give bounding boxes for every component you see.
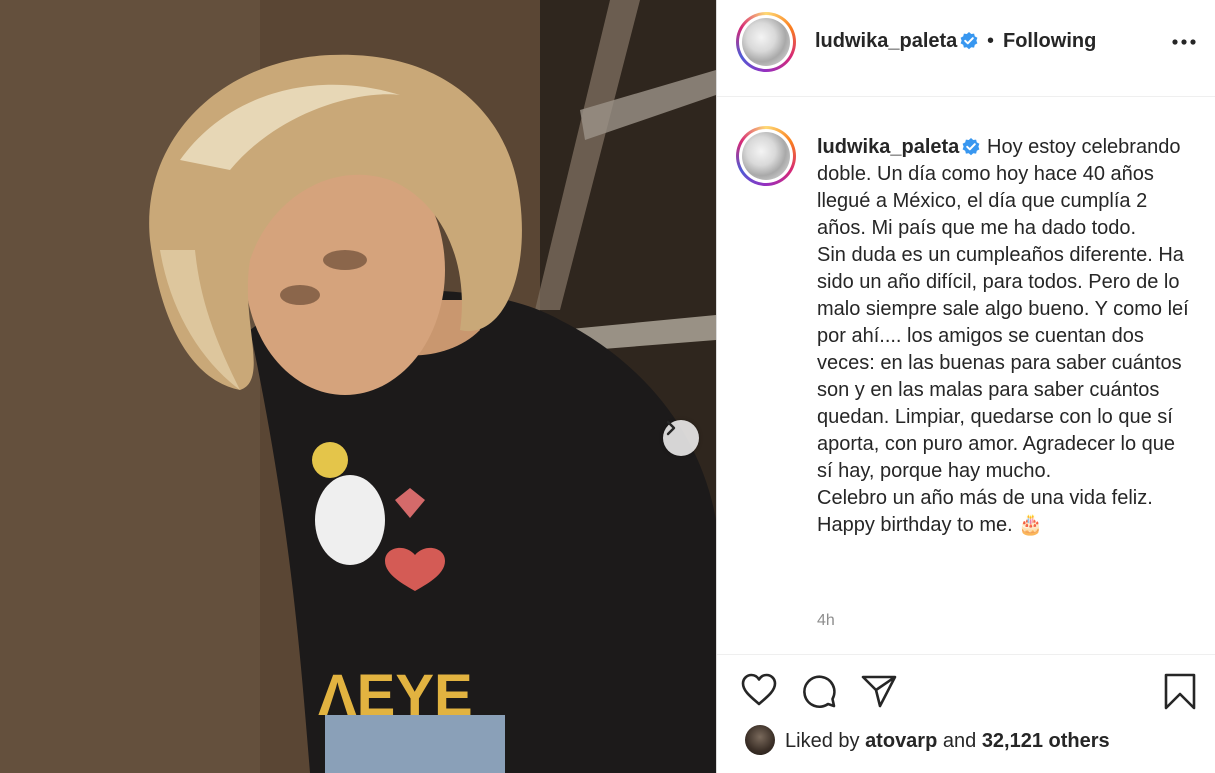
author-avatar[interactable] <box>736 12 796 72</box>
caption-body: Hoy estoy celebrando doble. Un día como … <box>817 136 1189 536</box>
chevron-right-icon <box>666 420 676 436</box>
post-actions: Liked by atovarp and 32,121 others <box>717 654 1215 773</box>
likes-text: Liked by atovarp and 32,121 others <box>785 730 1110 753</box>
post-details-panel: ludwika_paleta • Following ludwika_palet… <box>717 0 1215 773</box>
liker-avatar[interactable] <box>745 725 775 755</box>
liker-username[interactable]: atovarp <box>865 730 937 752</box>
likes-others-link[interactable]: 32,121 others <box>982 730 1110 752</box>
bookmark-icon[interactable] <box>1163 673 1197 711</box>
next-photo-button[interactable] <box>663 420 699 456</box>
post-timestamp[interactable]: 4h <box>817 612 835 630</box>
paper-plane-icon[interactable] <box>861 673 897 709</box>
post-header: ludwika_paleta • Following <box>717 0 1215 97</box>
comment-icon[interactable] <box>801 673 837 709</box>
caption-author-avatar[interactable] <box>736 126 796 186</box>
more-options-icon[interactable] <box>1169 30 1199 54</box>
likes-prefix: Liked by <box>785 730 860 752</box>
post-caption: Hoy estoy celebrando doble. Un día como … <box>817 134 1189 539</box>
following-button[interactable]: Following <box>1003 30 1096 53</box>
heart-icon[interactable] <box>741 673 777 707</box>
post-photo-illustration: ɅEYE <box>0 0 716 773</box>
likes-and: and <box>942 730 977 752</box>
verified-badge-icon <box>960 32 978 50</box>
svg-text:ɅEYE: ɅEYE <box>318 663 473 728</box>
author-username[interactable]: ludwika_paleta <box>815 30 957 53</box>
separator-dot: • <box>987 30 995 52</box>
post-photo[interactable]: ɅEYE <box>0 0 716 773</box>
